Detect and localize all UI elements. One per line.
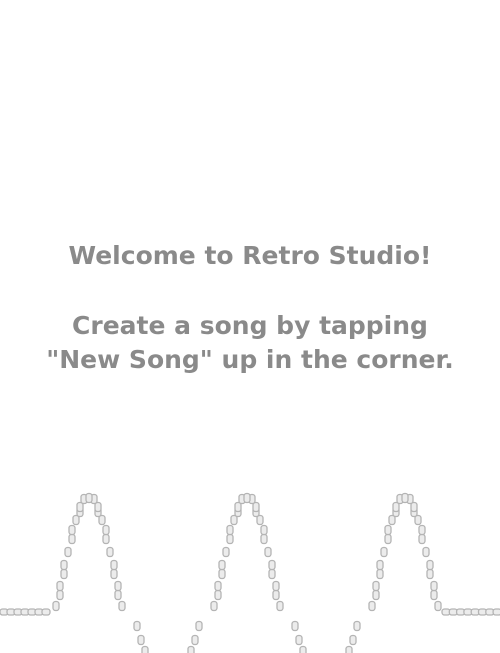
- wave-bead: [268, 568, 276, 580]
- wave-bead: [243, 492, 251, 504]
- wave-bead: [376, 568, 384, 580]
- wave-bead: [68, 524, 76, 536]
- wave-bead: [102, 524, 110, 536]
- wave-bead: [187, 645, 195, 653]
- wave-bead: [384, 524, 392, 536]
- wave-bead: [226, 524, 234, 536]
- wave-bead: [218, 559, 226, 571]
- wave-bead: [268, 559, 276, 571]
- wave-bead: [272, 580, 280, 592]
- wave-bead: [222, 546, 230, 558]
- wave-bead: [191, 634, 199, 646]
- wave-bead: [430, 589, 438, 601]
- welcome-instruction-line-2: "New Song" up in the corner.: [46, 345, 454, 374]
- wave-bead: [422, 546, 430, 558]
- wave-bead: [276, 600, 284, 612]
- wave-bead: [114, 580, 122, 592]
- wave-bead: [295, 634, 303, 646]
- wave-bead: [345, 645, 353, 653]
- wave-bead: [349, 634, 357, 646]
- wave-bead: [110, 568, 118, 580]
- wave-bead: [299, 645, 307, 653]
- wave-bead: [41, 608, 51, 616]
- welcome-instruction-line-1: Create a song by tapping: [72, 311, 428, 340]
- wave-bead: [434, 600, 442, 612]
- wave-bead: [60, 559, 68, 571]
- wave-bead: [210, 600, 218, 612]
- wave-bead: [118, 600, 126, 612]
- retro-waveform-decoration: [0, 492, 500, 653]
- wave-bead: [137, 634, 145, 646]
- wave-bead: [68, 533, 76, 545]
- wave-bead: [56, 589, 64, 601]
- wave-bead: [376, 559, 384, 571]
- wave-bead: [430, 580, 438, 592]
- wave-bead: [64, 546, 72, 558]
- wave-bead: [85, 492, 93, 504]
- wave-bead: [353, 620, 361, 632]
- wave-bead: [264, 546, 272, 558]
- wave-bead: [56, 580, 64, 592]
- wave-bead: [214, 580, 222, 592]
- wave-bead: [426, 559, 434, 571]
- welcome-screen: Welcome to Retro Studio! Create a song b…: [0, 0, 500, 653]
- wave-bead: [418, 524, 426, 536]
- wave-bead: [60, 568, 68, 580]
- wave-bead: [218, 568, 226, 580]
- wave-bead: [102, 533, 110, 545]
- wave-bead: [372, 580, 380, 592]
- wave-bead: [52, 600, 60, 612]
- wave-bead: [401, 492, 409, 504]
- wave-bead: [426, 568, 434, 580]
- wave-bead: [260, 533, 268, 545]
- wave-bead: [110, 559, 118, 571]
- wave-bead: [133, 620, 141, 632]
- welcome-title: Welcome to Retro Studio!: [68, 241, 432, 270]
- wave-bead: [195, 620, 203, 632]
- wave-bead: [141, 645, 149, 653]
- wave-bead: [384, 533, 392, 545]
- wave-bead: [418, 533, 426, 545]
- wave-bead: [214, 589, 222, 601]
- wave-bead: [368, 600, 376, 612]
- wave-bead: [226, 533, 234, 545]
- wave-bead: [380, 546, 388, 558]
- wave-bead: [372, 589, 380, 601]
- wave-bead: [492, 608, 500, 616]
- wave-bead: [106, 546, 114, 558]
- wave-bead: [291, 620, 299, 632]
- wave-bead: [114, 589, 122, 601]
- wave-bead: [272, 589, 280, 601]
- wave-bead: [260, 524, 268, 536]
